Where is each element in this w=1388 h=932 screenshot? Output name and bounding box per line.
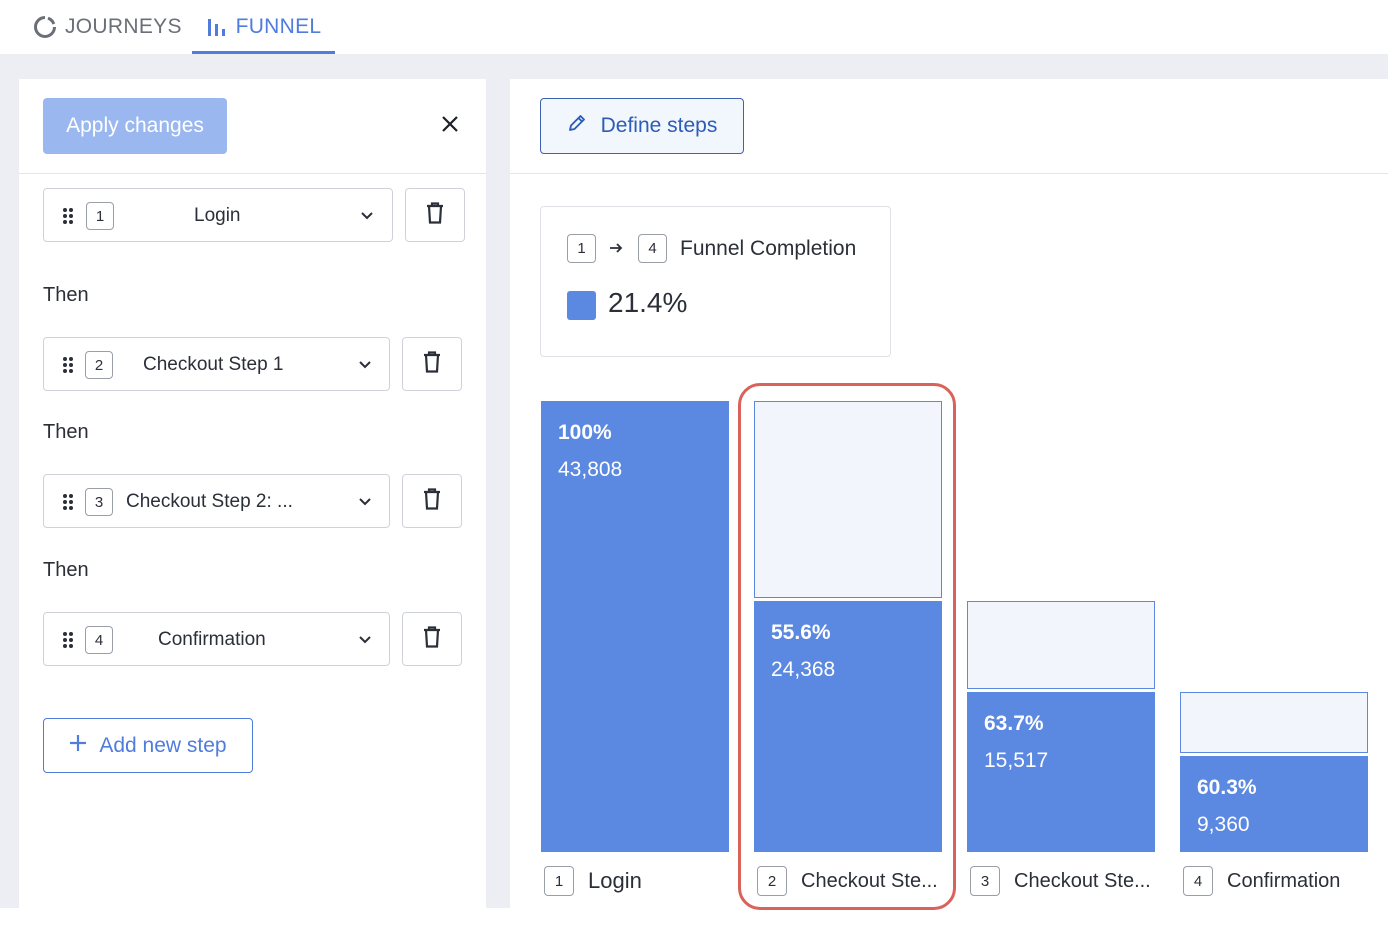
bar-category-text: Login (588, 868, 642, 893)
bar-category-text: Checkout Ste... (1014, 869, 1151, 892)
step-select-3[interactable]: 3 Checkout Step 2: ... (43, 474, 390, 528)
trash-icon (423, 487, 441, 515)
add-new-step-button[interactable]: Add new step (43, 718, 253, 773)
delete-step-button[interactable] (405, 188, 465, 242)
arrow-right-icon (608, 240, 624, 261)
bar-count-label: 43,808 (558, 458, 623, 481)
funnel-completion-card: 1 4 Funnel Completion 21.4% (540, 206, 891, 357)
delete-step-button[interactable] (402, 612, 462, 666)
apply-changes-button[interactable]: Apply changes (43, 98, 227, 154)
step-label: Checkout Step 2: ... (126, 491, 293, 512)
funnel-completion-title: Funnel Completion (680, 236, 857, 260)
chevron-down-icon (360, 209, 374, 228)
chevron-down-icon (358, 358, 372, 377)
close-icon[interactable] (437, 111, 463, 137)
funnel-dropoff-bar[interactable] (967, 601, 1155, 689)
completion-swatch (567, 291, 596, 320)
chevron-down-icon (358, 633, 372, 652)
plus-icon (69, 734, 87, 758)
bar-category-label: 3 Checkout Ste... (970, 866, 1151, 896)
add-new-step-label: Add new step (99, 733, 227, 757)
funnel-completion-value: 21.4% (608, 287, 688, 318)
then-label: Then (43, 559, 89, 581)
bar-count-label: 15,517 (984, 749, 1049, 772)
step-label: Checkout Step 1 (143, 354, 284, 375)
funnel-bar[interactable] (1180, 756, 1368, 852)
trash-icon (423, 350, 441, 378)
step-number-badge: 3 (85, 488, 113, 516)
bar-step-number-badge: 4 (1183, 866, 1213, 896)
bar-step-number-badge: 3 (970, 866, 1000, 896)
bar-category-label: 4 Confirmation (1183, 866, 1340, 896)
tab-funnel[interactable]: FUNNEL (192, 0, 335, 54)
trash-icon (423, 625, 441, 653)
pencil-icon (567, 113, 587, 139)
highlight-outline (738, 383, 956, 910)
define-steps-button[interactable]: Define steps (540, 98, 744, 154)
bar-category-label: 1 Login (544, 866, 642, 896)
step-select-1[interactable]: 1 Login (43, 188, 393, 242)
tab-journeys-label: JOURNEYS (65, 15, 182, 38)
chevron-down-icon (358, 495, 372, 514)
delete-step-button[interactable] (402, 474, 462, 528)
trash-icon (426, 201, 444, 229)
to-step-badge: 4 (638, 234, 667, 263)
top-tab-bar: JOURNEYS FUNNEL (0, 0, 1388, 54)
step-select-4[interactable]: 4 Confirmation (43, 612, 390, 666)
from-step-badge: 1 (567, 234, 596, 263)
bar-category-text: Confirmation (1227, 869, 1341, 892)
bar-step-number-badge: 1 (544, 866, 574, 896)
bar-count-label: 9,360 (1197, 813, 1250, 836)
drag-handle-icon[interactable] (62, 207, 74, 230)
drag-handle-icon[interactable] (62, 493, 74, 516)
step-editor-header: Apply changes (19, 79, 486, 174)
step-label: Login (194, 205, 241, 226)
step-label: Confirmation (158, 629, 266, 650)
bar-conversion-label: 100% (558, 421, 612, 444)
drag-handle-icon[interactable] (62, 631, 74, 654)
funnel-dropoff-bar[interactable] (1180, 692, 1368, 753)
bar-conversion-label: 60.3% (1197, 776, 1257, 799)
delete-step-button[interactable] (402, 337, 462, 391)
bar-conversion-label: 63.7% (984, 712, 1044, 735)
step-number-badge: 2 (85, 351, 113, 379)
drag-handle-icon[interactable] (62, 356, 74, 379)
then-label: Then (43, 284, 89, 306)
tab-funnel-label: FUNNEL (235, 15, 322, 38)
step-number-badge: 4 (85, 626, 113, 654)
then-label: Then (43, 421, 89, 443)
step-select-2[interactable]: 2 Checkout Step 1 (43, 337, 390, 391)
define-steps-label: Define steps (600, 114, 718, 137)
tab-journeys[interactable]: JOURNEYS (33, 0, 182, 54)
step-number-badge: 1 (86, 202, 114, 230)
circle-arc-icon (33, 15, 57, 39)
funnel-chart-header: Define steps (510, 79, 1388, 174)
bar-chart-icon (206, 16, 228, 38)
